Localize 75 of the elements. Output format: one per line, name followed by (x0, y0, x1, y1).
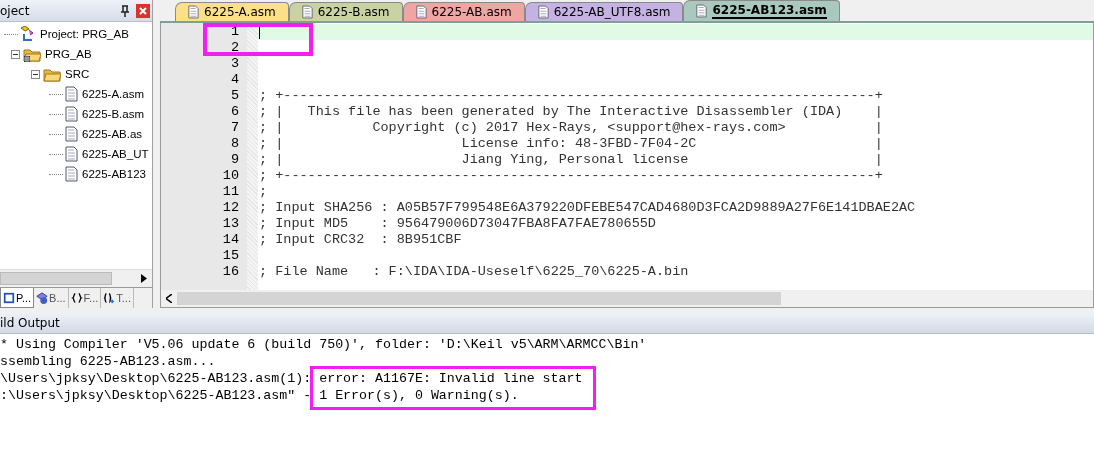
code-line: ; +-------------------------------------------------------------------------+ (259, 88, 883, 103)
file-tab[interactable]: 6225-AB123.asm (683, 0, 840, 21)
collapse-icon[interactable] (10, 49, 20, 59)
file-icon (65, 146, 78, 162)
line-number: 3 (229, 56, 240, 72)
tree-item[interactable]: 6225-AB123 (82, 168, 146, 180)
arrow-left-icon (166, 294, 172, 303)
pin-icon[interactable] (120, 4, 130, 17)
code-line: ; Input SHA256 : A05B57F799548E6A379220DFEBE547CAD4680D3FCA2D9889A27F6E141DBAE2AC (259, 200, 916, 215)
file-tab[interactable]: 6225-AB.asm (402, 2, 525, 21)
books-icon (36, 292, 49, 304)
tree-item[interactable]: 6225-A.asm (82, 88, 144, 100)
line-number: 16 (221, 264, 240, 280)
line-number: 7 (229, 120, 240, 136)
code-line: ; (259, 184, 268, 199)
line-number: 11 (221, 184, 240, 200)
panel-tab[interactable]: T... (101, 288, 134, 308)
file-tab[interactable]: 6225-AB_UTF8.asm (524, 2, 684, 21)
collapse-icon[interactable] (30, 69, 40, 79)
code-line: ; | Copyright (c) 2017 Hex-Rays, <support@hex-rays.com> | (259, 120, 883, 135)
output-line: :\Users\jpksy\Desktop\6225-AB123.asm" - 1 Error(s), 0 Warning(s). (0, 387, 520, 404)
close-icon[interactable] (136, 3, 150, 18)
line-number: 10 (221, 168, 240, 184)
line-number: 13 (221, 216, 240, 232)
file-icon (415, 5, 427, 19)
code-line: ; Input CRC32 : 8B951CBF (259, 232, 462, 247)
line-number: 15 (221, 248, 240, 264)
line-number: 4 (229, 72, 240, 88)
file-icon (65, 106, 78, 122)
file-icon (65, 86, 78, 102)
scrollbar-thumb[interactable] (0, 272, 112, 285)
line-number: 5 (229, 88, 240, 104)
arrow-right-icon (141, 274, 147, 283)
tree-item[interactable]: SRC (65, 68, 90, 80)
window-icon (3, 291, 15, 304)
code-line: ; | License info: 48-3FBD-7F04-2C | (259, 136, 883, 151)
file-tab[interactable]: 6225-A.asm (175, 2, 289, 21)
output-line: ssembling 6225-AB123.asm... (0, 353, 217, 370)
code-line: ; Input MD5 : 956479006D73047FBA8FA7FAE780655D (259, 216, 656, 231)
file-icon (188, 5, 199, 19)
file-icon (65, 166, 78, 182)
line-number: 6 (229, 104, 240, 120)
file-icon (696, 4, 708, 18)
code-line: ; +-------------------------------------------------------------------------+ (259, 168, 883, 183)
output-line: * Using Compiler 'V5.06 update 6 (build 750)', folder: 'D:\Keil v5\ARM\ARMCC\Bin' (0, 336, 648, 353)
code-line: ; | Jiang Ying, Personal license | (259, 152, 883, 167)
tree-item[interactable]: 6225-AB.as (82, 128, 143, 140)
code-line: ; | This file has been generated by The Interactive Disassembler (IDA) | (259, 104, 883, 119)
braces-icon (70, 292, 83, 304)
project-icon (18, 26, 36, 42)
text-cursor (259, 24, 260, 39)
tree-item[interactable]: PRG_AB (45, 48, 92, 60)
line-number: 9 (229, 152, 240, 168)
file-icon (301, 5, 313, 19)
tree-item[interactable]: Project: PRG_AB (40, 28, 129, 40)
output-line: \Users\jpksy\Desktop\6225-AB123.asm(1): error: A1167E: Invalid line start (0, 370, 584, 387)
panel-title: ild Output (0, 316, 60, 330)
tree-item[interactable]: 6225-B.asm (82, 108, 144, 120)
template-icon (103, 292, 116, 304)
file-icon (537, 5, 549, 19)
panel-tab[interactable]: F... (68, 288, 102, 308)
panel-title: oject (0, 3, 31, 18)
scrollbar-thumb[interactable] (177, 292, 781, 305)
panel-tab[interactable]: B... (34, 288, 69, 308)
folder-icon (23, 46, 41, 62)
file-tab[interactable]: 6225-B.asm (288, 2, 403, 21)
file-icon (65, 126, 78, 142)
code-line: ; File Name : F:\IDA\IDA-Useself\6225_70\6225-A.bin (259, 264, 689, 279)
tree-item[interactable]: 6225-AB_UT (82, 148, 149, 160)
folder-icon (43, 66, 61, 82)
line-number: 2 (229, 40, 240, 56)
line-number: 8 (229, 136, 240, 152)
panel-tab[interactable]: P... (0, 288, 35, 308)
line-number: 14 (221, 232, 240, 248)
line-number: 12 (221, 200, 240, 216)
